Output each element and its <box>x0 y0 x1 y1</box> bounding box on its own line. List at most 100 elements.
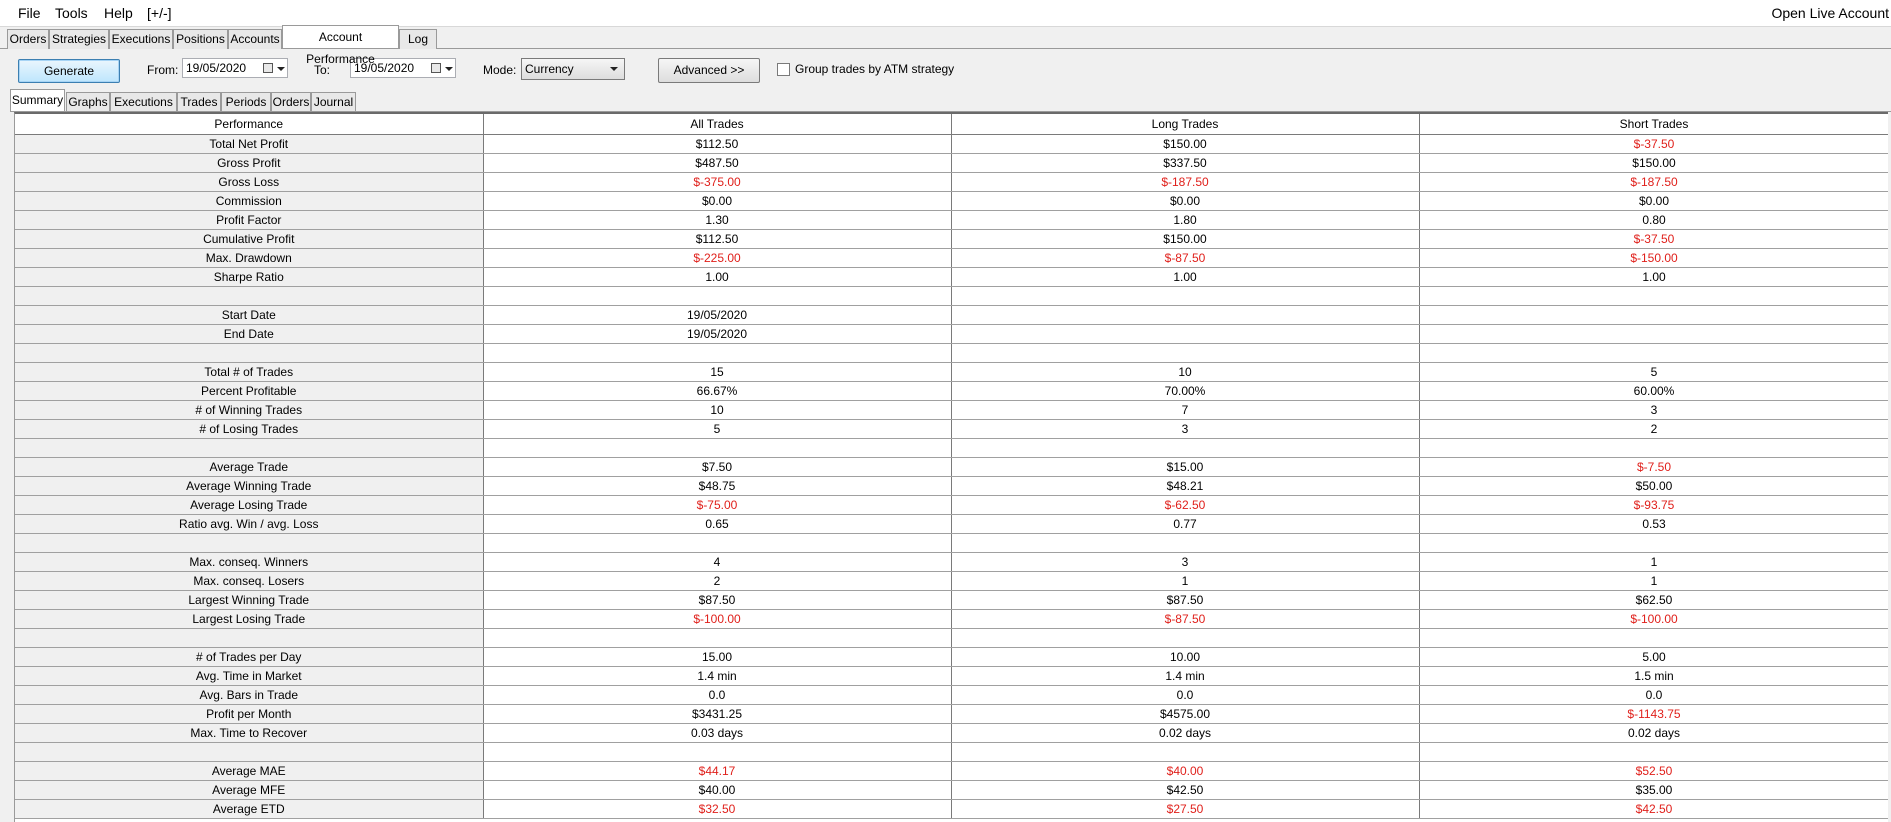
from-date-value: 19/05/2020 <box>186 61 247 75</box>
calendar-icon[interactable] <box>431 63 441 73</box>
table-cell: $-187.50 <box>1419 172 1888 192</box>
table-cell: 19/05/2020 <box>483 324 952 344</box>
table-row[interactable]: Ratio avg. Win / avg. Loss 0.65 0.77 0.53 <box>15 514 1888 534</box>
row-label: Total Net Profit <box>15 134 484 154</box>
table-row[interactable] <box>15 533 1888 553</box>
table-cell: $62.50 <box>1419 590 1888 610</box>
table-row[interactable]: # of Winning Trades 10 7 3 <box>15 400 1888 420</box>
table-cell: 1.30 <box>483 210 952 230</box>
table-row[interactable]: # of Trades per Day 15.00 10.00 5.00 <box>15 647 1888 667</box>
row-label: Average Winning Trade <box>15 476 484 496</box>
table-cell: $4575.00 <box>951 704 1420 724</box>
chevron-down-icon[interactable] <box>277 67 285 71</box>
table-body: Total Net Profit $112.50 $150.00 $-37.50 Gro… <box>15 134 1888 819</box>
row-label: Sharpe Ratio <box>15 267 484 287</box>
table-row[interactable]: Commission $0.00 $0.00 $0.00 <box>15 191 1888 211</box>
generate-button[interactable]: Generate <box>18 59 120 83</box>
row-label: Cumulative Profit <box>15 229 484 249</box>
table-cell: 1.4 min <box>951 666 1420 686</box>
table-row[interactable]: Average MFE $40.00 $42.50 $35.00 <box>15 780 1888 800</box>
table-cell <box>1419 305 1888 325</box>
performance-toolbar: Generate From: 19/05/2020 To: 19/05/2020… <box>0 49 1891 89</box>
table-row[interactable]: Cumulative Profit $112.50 $150.00 $-37.50 <box>15 229 1888 249</box>
table-row[interactable]: Percent Profitable 66.67% 70.00% 60.00% <box>15 381 1888 401</box>
tab-account-performance[interactable]: Account Performance <box>282 25 399 66</box>
table-cell: 2 <box>483 571 952 591</box>
table-cell: 5 <box>1419 362 1888 382</box>
table-row[interactable]: Total # of Trades 15 10 5 <box>15 362 1888 382</box>
tab-orders[interactable]: Orders <box>7 29 49 49</box>
menu-bar: File Tools Help [+/-] Open Live Account <box>0 0 1891 27</box>
table-cell: 0.02 days <box>1419 723 1888 743</box>
menu-help[interactable]: Help <box>104 5 133 21</box>
table-row[interactable] <box>15 286 1888 306</box>
table-row[interactable]: Average ETD $32.50 $27.50 $42.50 <box>15 799 1888 819</box>
table-cell: 60.00% <box>1419 381 1888 401</box>
subtab-periods[interactable]: Periods <box>221 92 271 111</box>
row-label: Max. Drawdown <box>15 248 484 268</box>
group-atm-checkbox[interactable] <box>777 63 790 76</box>
menu-tools[interactable]: Tools <box>55 5 88 21</box>
tab-strategies[interactable]: Strategies <box>49 29 109 49</box>
table-row[interactable] <box>15 343 1888 363</box>
tab-log[interactable]: Log <box>399 29 437 49</box>
from-label: From: <box>147 63 179 77</box>
toggle-panel-button[interactable]: [+/-] <box>147 5 172 21</box>
table-row[interactable]: Average MAE $44.17 $40.00 $52.50 <box>15 761 1888 781</box>
tab-executions[interactable]: Executions <box>109 29 173 49</box>
column-header-short-trades[interactable]: Short Trades <box>1419 114 1888 135</box>
table-row[interactable]: Largest Winning Trade $87.50 $87.50 $62.50 <box>15 590 1888 610</box>
table-row[interactable]: Gross Profit $487.50 $337.50 $150.00 <box>15 153 1888 173</box>
table-row[interactable]: Max. Drawdown $-225.00 $-87.50 $-150.00 <box>15 248 1888 268</box>
table-cell: 4 <box>483 552 952 572</box>
performance-grid[interactable]: Performance All Trades Long Trades Short… <box>14 112 1888 822</box>
row-label: Commission <box>15 191 484 211</box>
table-row[interactable]: Avg. Bars in Trade 0.0 0.0 0.0 <box>15 685 1888 705</box>
table-row[interactable]: End Date 19/05/2020 <box>15 324 1888 344</box>
tab-accounts[interactable]: Accounts <box>228 29 282 49</box>
table-cell: 0.0 <box>951 685 1420 705</box>
mode-select[interactable]: Currency <box>521 58 625 80</box>
table-row[interactable] <box>15 742 1888 762</box>
table-row[interactable]: Average Winning Trade $48.75 $48.21 $50.00 <box>15 476 1888 496</box>
table-cell: 0.65 <box>483 514 952 534</box>
subtab-graphs[interactable]: Graphs <box>66 92 110 111</box>
subtab-executions[interactable]: Executions <box>110 92 177 111</box>
table-cell: 0.0 <box>483 685 952 705</box>
table-cell: 10 <box>483 400 952 420</box>
mode-label: Mode: <box>483 63 517 77</box>
table-cell <box>1419 533 1888 553</box>
table-row[interactable]: Sharpe Ratio 1.00 1.00 1.00 <box>15 267 1888 287</box>
table-row[interactable]: Avg. Time in Market 1.4 min 1.4 min 1.5 min <box>15 666 1888 686</box>
table-row[interactable]: # of Losing Trades 5 3 2 <box>15 419 1888 439</box>
column-header-long-trades[interactable]: Long Trades <box>951 114 1420 135</box>
table-row[interactable]: Profit Factor 1.30 1.80 0.80 <box>15 210 1888 230</box>
open-live-account-link[interactable]: Open Live Account <box>1771 5 1889 21</box>
row-label <box>15 628 484 648</box>
table-row[interactable]: Max. conseq. Losers 2 1 1 <box>15 571 1888 591</box>
table-row[interactable]: Gross Loss $-375.00 $-187.50 $-187.50 <box>15 172 1888 192</box>
subtab-orders[interactable]: Orders <box>271 92 311 111</box>
table-row[interactable]: Max. conseq. Winners 4 3 1 <box>15 552 1888 572</box>
tab-positions[interactable]: Positions <box>173 29 228 49</box>
table-row[interactable]: Average Trade $7.50 $15.00 $-7.50 <box>15 457 1888 477</box>
row-label: Average ETD <box>15 799 484 819</box>
column-header-performance[interactable]: Performance <box>15 114 484 135</box>
table-row[interactable]: Total Net Profit $112.50 $150.00 $-37.50 <box>15 134 1888 154</box>
table-row[interactable]: Average Losing Trade $-75.00 $-62.50 $-93.7… <box>15 495 1888 515</box>
subtab-journal[interactable]: Journal <box>311 92 356 111</box>
table-row[interactable]: Profit per Month $3431.25 $4575.00 $-1143.7… <box>15 704 1888 724</box>
calendar-icon[interactable] <box>263 63 273 73</box>
table-row[interactable]: Start Date 19/05/2020 <box>15 305 1888 325</box>
advanced-button[interactable]: Advanced >> <box>658 58 760 83</box>
table-row[interactable]: Max. Time to Recover 0.03 days 0.02 days 0.… <box>15 723 1888 743</box>
subtab-summary[interactable]: Summary <box>10 89 65 111</box>
subtab-trades[interactable]: Trades <box>177 92 221 111</box>
table-row[interactable] <box>15 628 1888 648</box>
table-row[interactable] <box>15 438 1888 458</box>
table-cell: $-37.50 <box>1419 229 1888 249</box>
menu-file[interactable]: File <box>18 5 41 21</box>
column-header-all-trades[interactable]: All Trades <box>483 114 952 135</box>
table-row[interactable]: Largest Losing Trade $-100.00 $-87.50 $-100… <box>15 609 1888 629</box>
chevron-down-icon[interactable] <box>445 67 453 71</box>
